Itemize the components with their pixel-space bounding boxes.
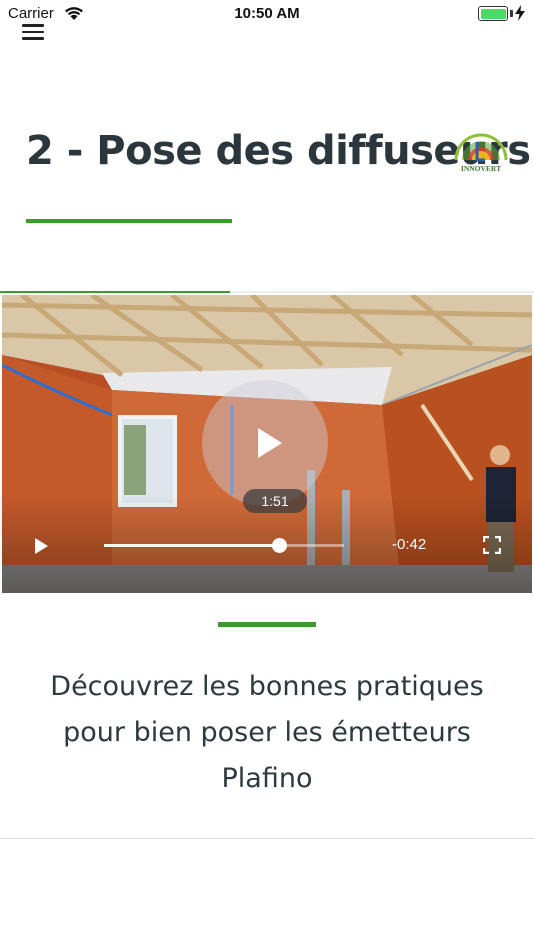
- video-scrubber[interactable]: [104, 538, 344, 553]
- play-icon[interactable]: [35, 538, 48, 554]
- section-accent-bar: [218, 622, 316, 627]
- big-play-button[interactable]: [202, 380, 328, 506]
- bottom-divider: [0, 838, 534, 839]
- battery-icon: [478, 6, 508, 21]
- section-divider: [0, 291, 534, 293]
- current-time-pill: 1:51: [243, 489, 307, 513]
- battery-nub: [510, 10, 513, 17]
- innovert-logo: INNOVERT: [454, 133, 508, 173]
- svg-text:INNOVERT: INNOVERT: [461, 164, 501, 173]
- status-time: 10:50 AM: [234, 5, 300, 22]
- play-icon: [258, 428, 282, 458]
- title-underline: [26, 219, 232, 223]
- hamburger-menu-icon[interactable]: [22, 24, 44, 42]
- remaining-time: -0:42: [392, 536, 427, 553]
- charging-bolt-icon: [515, 5, 525, 21]
- fullscreen-icon[interactable]: [483, 536, 501, 554]
- video-description: Découvrez les bonnes pratiques pour bien…: [50, 671, 484, 794]
- status-bar: Carrier 10:50 AM: [0, 0, 534, 28]
